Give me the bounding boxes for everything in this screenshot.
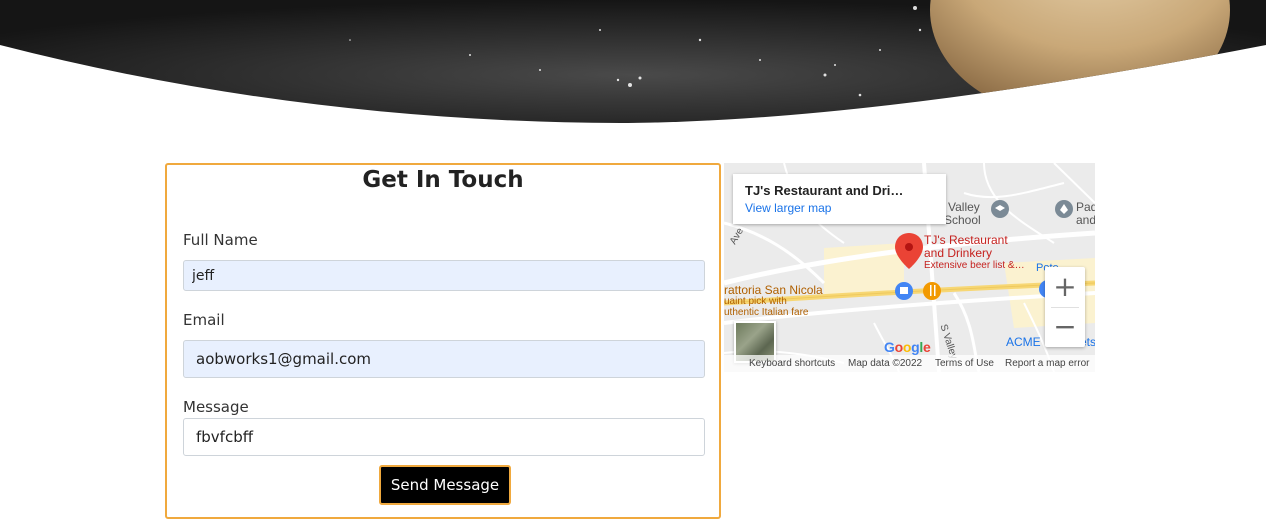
full-name-label: Full Name [183, 231, 258, 249]
map-footer: Keyboard shortcuts Map data ©2022 Terms … [724, 355, 1095, 372]
poi-trattoria-sub-2: uthentic Italian fare [724, 307, 809, 318]
email-label: Email [183, 311, 225, 329]
poi-trattoria[interactable]: rattoria San Nicola [724, 283, 823, 297]
zoom-in-button[interactable]: + [1045, 267, 1085, 307]
zoom-controls: + − [1045, 267, 1085, 347]
marker-title-2: and Drinkery [924, 246, 993, 260]
poi-pad-1: Pad [1076, 200, 1095, 214]
poi-trattoria-sub-1: uaint pick with [724, 296, 787, 307]
poi-school-2: School [944, 213, 981, 227]
map-data-text: Map data ©2022 [848, 358, 923, 369]
report-error-link[interactable]: Report a map error [1005, 358, 1089, 369]
form-title: Get In Touch [362, 167, 524, 193]
view-larger-map-link[interactable]: View larger map [745, 201, 831, 215]
zoom-out-button[interactable]: − [1045, 307, 1085, 347]
google-logo: Google [884, 339, 931, 355]
place-name: TJ's Restaurant and Dri… [745, 183, 904, 198]
keyboard-shortcuts-link[interactable]: Keyboard shortcuts [749, 358, 835, 369]
map-embed[interactable]: TJ's Restaurant and Drinkery Extensive b… [724, 163, 1095, 372]
hero-banner [0, 0, 1266, 125]
full-name-input[interactable] [183, 260, 705, 291]
marker-title-1: TJ's Restaurant [924, 233, 1008, 247]
send-message-button[interactable]: Send Message [379, 465, 511, 505]
hero-image [0, 0, 1266, 123]
message-input[interactable] [183, 418, 705, 456]
contact-form: Get In Touch Full Name Email Message Sen… [165, 163, 721, 519]
poi-pad-2: and [1076, 213, 1095, 227]
place-info-card: TJ's Restaurant and Dri… View larger map [733, 174, 946, 224]
marker-subtitle: Extensive beer list &… [924, 260, 1025, 271]
poi-acme: ACME [1006, 335, 1041, 349]
message-label: Message [183, 398, 249, 416]
email-input[interactable] [183, 340, 705, 378]
terms-link[interactable]: Terms of Use [935, 358, 994, 369]
poi-school-1: Valley [948, 200, 980, 214]
